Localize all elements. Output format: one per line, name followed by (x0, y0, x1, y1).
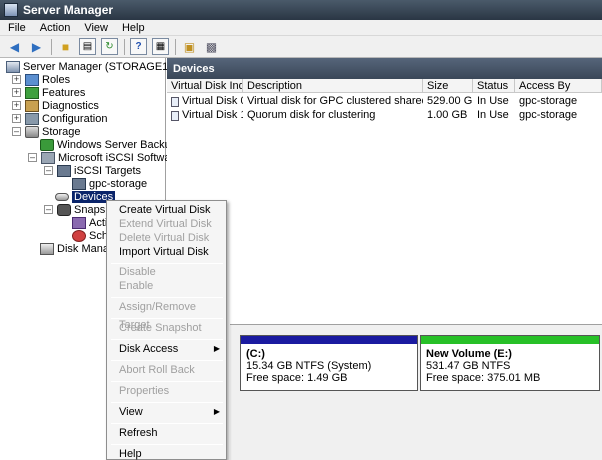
disk-management-icon (40, 242, 54, 255)
backup-icon (40, 138, 54, 151)
disk-volume-area: (C:) 15.34 GB NTFS (System) Free space: … (230, 324, 602, 460)
content-header: Devices (167, 58, 602, 79)
collapse-snapshots-icon[interactable]: – (44, 205, 53, 214)
tree-item-configuration[interactable]: Configuration (25, 112, 107, 125)
collapse-iscsi-icon[interactable]: – (28, 153, 37, 162)
virtual-disk-icon (171, 110, 179, 121)
menu-item-abort-roll-back[interactable]: Abort Roll Back (107, 361, 226, 379)
menu-item-enable[interactable]: Enable (107, 277, 226, 295)
table-row[interactable]: Virtual Disk 1 Quorum disk for clusterin… (167, 109, 602, 122)
configuration-icon (25, 112, 39, 125)
back-arrow-icon[interactable]: ◀ (6, 38, 23, 55)
properties-icon[interactable]: ▦ (152, 38, 169, 55)
up-folder-icon[interactable]: ■ (57, 38, 74, 55)
new-disk-icon[interactable]: ▣ (181, 38, 198, 55)
menu-item-help[interactable]: Help (107, 445, 226, 460)
menu-item-assign-remove-target[interactable]: Assign/Remove Target (107, 298, 226, 331)
tree-item-roles[interactable]: Roles (25, 73, 70, 86)
schedules-icon (72, 229, 86, 242)
toolbar: ◀ ▶ ■ ▤ ↻ ? ▦ ▣ ▩ (0, 36, 602, 58)
toolbar-separator (175, 38, 176, 55)
help-icon[interactable]: ? (130, 38, 147, 55)
toolbar-separator (51, 38, 52, 55)
tree-item-iscsi-targets[interactable]: iSCSI Targets (57, 164, 141, 177)
submenu-arrow-icon: ▶ (213, 407, 220, 416)
menu-item-refresh[interactable]: Refresh (107, 424, 226, 442)
tree-item-diagnostics[interactable]: Diagnostics (25, 99, 99, 112)
volume-c-bar (241, 336, 417, 344)
volume-c[interactable]: (C:) 15.34 GB NTFS (System) Free space: … (240, 335, 418, 391)
tree-item-gpc-storage[interactable]: gpc-storage (72, 177, 147, 190)
menu-help[interactable]: Help (122, 22, 145, 34)
volume-e-bar (421, 336, 599, 344)
menu-action[interactable]: Action (40, 22, 71, 34)
tree-item-features[interactable]: Features (25, 86, 85, 99)
server-icon (6, 60, 20, 73)
column-size[interactable]: Size (423, 79, 473, 93)
snapshots-icon (57, 203, 71, 216)
window-titlebar: Server Manager (0, 0, 602, 20)
menu-item-create-snapshot[interactable]: Create Snapshot (107, 319, 226, 337)
roles-icon (25, 73, 39, 86)
column-status[interactable]: Status (473, 79, 515, 93)
features-icon (25, 86, 39, 99)
tree-item-storage[interactable]: Storage (25, 125, 81, 138)
menu-bar: File Action View Help (0, 20, 602, 36)
diagnostics-icon (25, 99, 39, 112)
context-menu: Create Virtual Disk Extend Virtual Disk … (106, 200, 227, 460)
refresh-icon[interactable]: ↻ (101, 38, 118, 55)
devices-icon (55, 192, 69, 201)
expand-configuration-icon[interactable]: + (12, 114, 21, 123)
iscsi-target-icon (41, 151, 55, 164)
toolbar-separator (124, 38, 125, 55)
collapse-iscsi-targets-icon[interactable]: – (44, 166, 53, 175)
table-row[interactable]: Virtual Disk 0 Virtual disk for GPC clus… (167, 95, 602, 108)
console-icon[interactable]: ▩ (203, 38, 220, 55)
content-title: Devices (173, 62, 215, 75)
server-manager-icon (4, 3, 18, 17)
target-icon (72, 177, 86, 190)
column-description[interactable]: Description (243, 79, 423, 93)
menu-item-properties[interactable]: Properties (107, 382, 226, 400)
menu-file[interactable]: File (8, 22, 26, 34)
tree-item-server-manager[interactable]: Server Manager (STORAGE1) (6, 60, 172, 73)
forward-arrow-icon[interactable]: ▶ (28, 38, 45, 55)
show-hide-tree-icon[interactable]: ▤ (79, 38, 96, 55)
menu-view[interactable]: View (84, 22, 108, 34)
menu-item-view[interactable]: View ▶ (107, 403, 226, 421)
column-access-by[interactable]: Access By (515, 79, 602, 93)
targets-icon (57, 164, 71, 177)
menu-item-disk-access[interactable]: Disk Access ▶ (107, 340, 226, 358)
active-snapshots-icon (72, 216, 86, 229)
submenu-arrow-icon: ▶ (213, 344, 220, 353)
devices-list: Virtual Disk Index Description Size Stat… (167, 79, 602, 324)
expand-roles-icon[interactable]: + (12, 75, 21, 84)
volume-e[interactable]: New Volume (E:) 531.47 GB NTFS Free spac… (420, 335, 600, 391)
expand-features-icon[interactable]: + (12, 88, 21, 97)
menu-item-import-virtual-disk[interactable]: Import Virtual Disk (107, 243, 226, 261)
list-header: Virtual Disk Index Description Size Stat… (167, 79, 602, 93)
tree-item-windows-server-backup[interactable]: Windows Server Backup (40, 138, 177, 151)
expand-diagnostics-icon[interactable]: + (12, 101, 21, 110)
storage-icon (25, 125, 39, 138)
window-title: Server Manager (23, 3, 114, 17)
collapse-storage-icon[interactable]: – (12, 127, 21, 136)
virtual-disk-icon (171, 96, 179, 107)
column-virtual-disk-index[interactable]: Virtual Disk Index (167, 79, 243, 93)
